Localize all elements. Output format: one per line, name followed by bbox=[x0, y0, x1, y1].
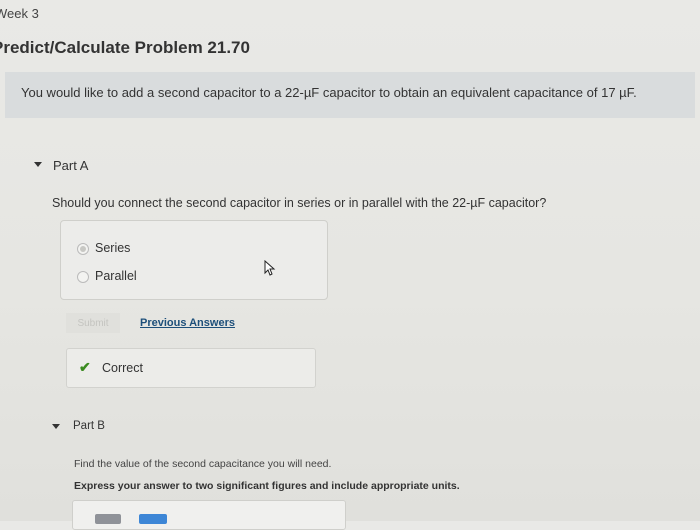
answer-input-area[interactable] bbox=[72, 500, 346, 530]
caret-down-icon[interactable] bbox=[34, 162, 42, 167]
choice-parallel[interactable]: Parallel bbox=[77, 269, 137, 283]
units-button[interactable] bbox=[139, 514, 167, 524]
problem-text: You would like to add a second capacitor… bbox=[21, 85, 637, 100]
feedback-text: Correct bbox=[102, 361, 143, 375]
part-b-header[interactable]: Part B bbox=[73, 420, 105, 432]
caret-down-icon[interactable] bbox=[52, 424, 60, 429]
part-b-instruction: Find the value of the second capacitance… bbox=[74, 458, 332, 470]
choice-parallel-label: Parallel bbox=[95, 269, 137, 283]
breadcrumb-week[interactable]: Week 3 bbox=[0, 6, 39, 21]
page-title: Predict/Calculate Problem 21.70 bbox=[0, 38, 250, 57]
choice-series[interactable]: Series bbox=[77, 241, 130, 255]
radio-icon[interactable] bbox=[77, 270, 89, 283]
feedback-correct: ✔ Correct bbox=[66, 348, 316, 388]
problem-statement: You would like to add a second capacitor… bbox=[5, 72, 695, 118]
submit-button[interactable]: Submit bbox=[66, 313, 120, 333]
choice-series-label: Series bbox=[95, 241, 131, 255]
radio-icon[interactable] bbox=[77, 242, 89, 255]
part-b-note: Express your answer to two significant f… bbox=[74, 480, 460, 492]
part-a-header[interactable]: Part A bbox=[53, 158, 88, 173]
previous-answers-link[interactable]: Previous Answers bbox=[140, 317, 235, 329]
cursor-icon bbox=[264, 260, 276, 276]
answer-choices: Series Parallel bbox=[60, 220, 328, 300]
checkmark-icon: ✔ bbox=[79, 359, 91, 375]
template-button[interactable] bbox=[95, 514, 121, 524]
part-a-question: Should you connect the second capacitor … bbox=[52, 196, 547, 210]
